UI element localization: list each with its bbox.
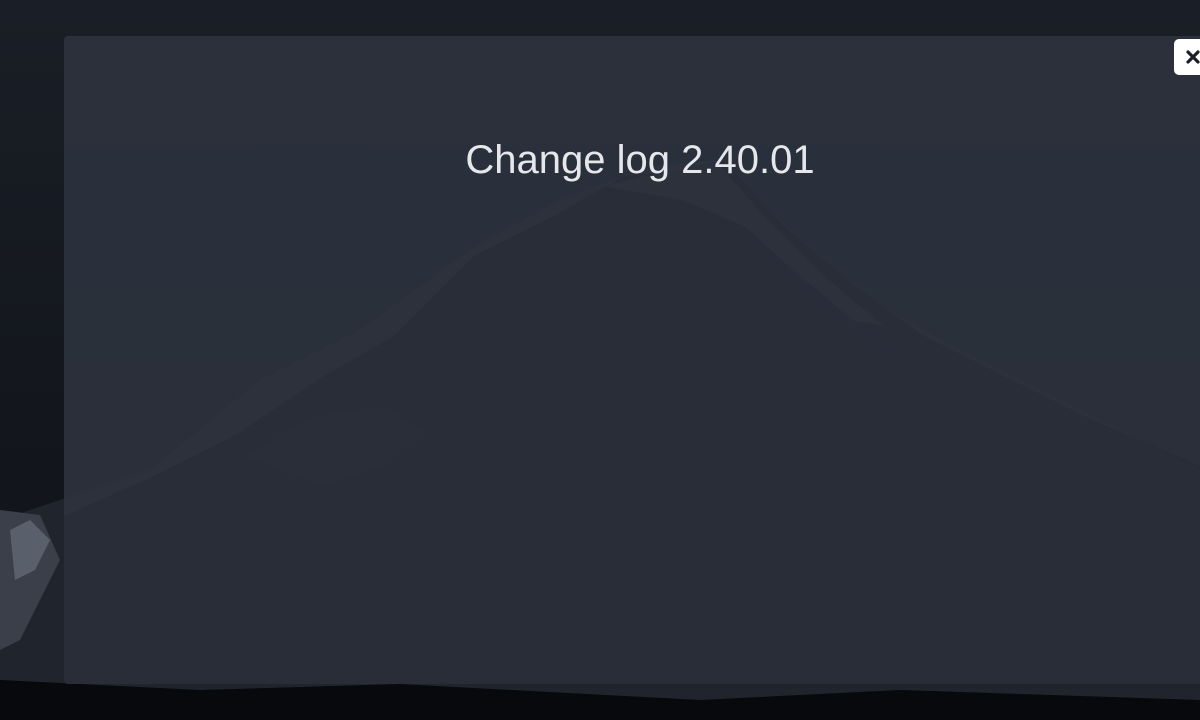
page: Change log 2.40.01 [0,0,1200,720]
modal-mountain-backdrop [64,161,1200,684]
close-icon [1186,50,1200,64]
modal-title: Change log 2.40.01 [465,138,815,182]
close-button[interactable] [1174,39,1200,75]
changelog-modal: Change log 2.40.01 [64,36,1200,684]
